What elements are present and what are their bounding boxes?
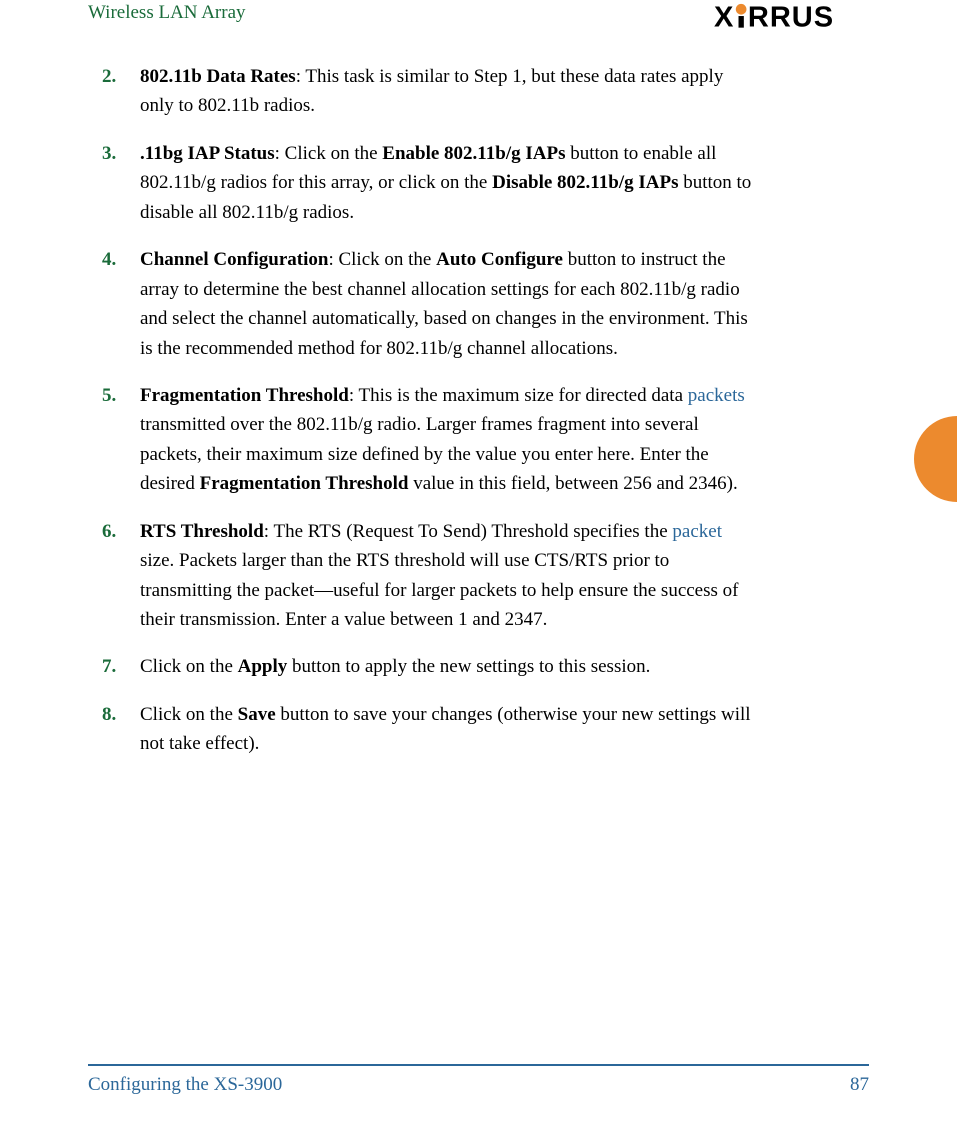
item-number: 5. (102, 381, 140, 499)
list-item: 6.RTS Threshold: The RTS (Request To Sen… (102, 517, 757, 635)
page-footer: Configuring the XS-3900 87 (88, 1064, 869, 1096)
footer-page-number: 87 (850, 1074, 869, 1096)
item-body: Click on the Save button to save your ch… (140, 700, 757, 759)
item-body: Channel Configuration: Click on the Auto… (140, 245, 757, 363)
xirrus-logo-icon: X RRUS (714, 2, 869, 32)
list-item: 7.Click on the Apply button to apply the… (102, 652, 757, 681)
page-header: Wireless LAN Array X RRUS (0, 0, 957, 32)
item-title: Fragmentation Threshold (140, 385, 349, 406)
item-body: .11bg IAP Status: Click on the Enable 80… (140, 139, 757, 227)
bold-term: Apply (238, 656, 288, 677)
item-number: 4. (102, 245, 140, 363)
glossary-link[interactable]: packets (688, 385, 745, 406)
item-title: 802.11b Data Rates (140, 66, 296, 87)
content-body: 2.802.11b Data Rates: This task is simil… (0, 32, 957, 759)
item-number: 3. (102, 139, 140, 227)
item-body: Fragmentation Threshold: This is the max… (140, 381, 757, 499)
list-item: 5.Fragmentation Threshold: This is the m… (102, 381, 757, 499)
item-body: 802.11b Data Rates: This task is similar… (140, 62, 757, 121)
svg-text:X: X (714, 2, 734, 32)
list-item: 2.802.11b Data Rates: This task is simil… (102, 62, 757, 121)
list-item: 4.Channel Configuration: Click on the Au… (102, 245, 757, 363)
document-title: Wireless LAN Array (88, 2, 246, 24)
bold-term: Enable 802.11b/g IAPs (382, 143, 565, 164)
item-number: 8. (102, 700, 140, 759)
item-number: 6. (102, 517, 140, 635)
footer-section: Configuring the XS-3900 (88, 1074, 282, 1096)
item-body: RTS Threshold: The RTS (Request To Send)… (140, 517, 757, 635)
bold-term: Save (238, 704, 276, 725)
bold-term: Disable 802.11b/g IAPs (492, 172, 678, 193)
bold-term: Auto Configure (436, 249, 563, 270)
item-title: RTS Threshold (140, 521, 264, 542)
list-item: 3..11bg IAP Status: Click on the Enable … (102, 139, 757, 227)
item-title: .11bg IAP Status (140, 143, 275, 164)
list-item: 8.Click on the Save button to save your … (102, 700, 757, 759)
bold-term: Fragmentation Threshold (200, 473, 409, 494)
svg-text:RRUS: RRUS (748, 2, 834, 32)
item-number: 2. (102, 62, 140, 121)
logo: X RRUS (714, 2, 869, 32)
item-body: Click on the Apply button to apply the n… (140, 652, 757, 681)
glossary-link[interactable]: packet (672, 521, 722, 542)
item-title: Channel Configuration (140, 249, 328, 270)
item-number: 7. (102, 652, 140, 681)
